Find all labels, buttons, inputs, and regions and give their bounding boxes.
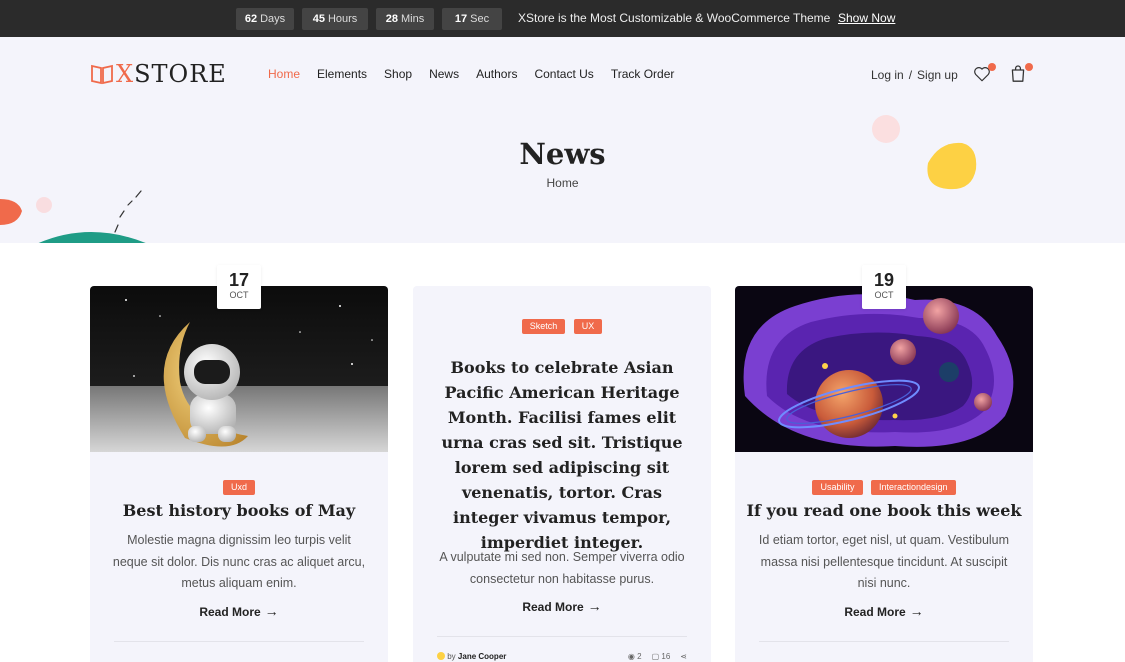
post-stats: ◉ 2 ▢ 16 ⋖: [628, 652, 687, 661]
countdown-hours: 45 Hours: [302, 8, 368, 30]
cart-badge: [1025, 63, 1033, 71]
countdown-days: 62 Days: [236, 8, 294, 30]
tag-interactiondesign[interactable]: Interactiondesign: [870, 480, 956, 495]
post-date-day: 19: [873, 270, 895, 290]
post-title[interactable]: Books to celebrate Asian Pacific America…: [433, 355, 691, 555]
astronaut-moon-image: [90, 286, 388, 452]
wishlist-badge: [988, 63, 996, 71]
wishlist-button[interactable]: [973, 63, 996, 85]
nav-elements[interactable]: Elements: [317, 67, 367, 81]
logo-text: XSTORE: [116, 60, 227, 88]
views-stat: ◉ 2: [628, 652, 642, 661]
countdown-hours-value: 45: [312, 13, 325, 25]
post-excerpt: A vulputate mi sed non. Semper viverra o…: [439, 550, 685, 586]
login-link[interactable]: Log in: [871, 68, 904, 82]
logo-accent: X: [116, 60, 135, 88]
comment-icon: ▢: [651, 652, 660, 661]
post-meta: by Jane Cooper ◉ 2 ▢ 16 ⋖: [437, 652, 687, 661]
post-date-month: OCT: [229, 290, 249, 300]
views-count: 2: [637, 652, 642, 661]
space-planets-image: [735, 286, 1033, 452]
post-excerpt: Id etiam tortor, eget nisl, ut quam. Ves…: [758, 533, 1010, 590]
arrow-right-icon: →: [909, 603, 924, 619]
signup-link[interactable]: Sign up: [917, 68, 958, 82]
book-logo-icon: [91, 64, 113, 85]
share-icon[interactable]: ⋖: [680, 652, 687, 661]
breadcrumb-home[interactable]: Home: [546, 176, 578, 190]
post-image-space[interactable]: [735, 286, 1033, 452]
post-date-badge: 19 OCT: [862, 265, 906, 309]
post-tags: Uxd: [90, 477, 388, 495]
post-excerpt: Molestie magna dignissim leo turpis veli…: [112, 533, 366, 590]
nav-home[interactable]: Home: [268, 67, 300, 81]
eye-icon: ◉: [627, 652, 635, 661]
card-divider: [759, 641, 1009, 642]
account-links: Log in / Sign up: [871, 68, 958, 82]
logo-rest: STORE: [134, 60, 227, 88]
countdown-mins: 28 Mins: [376, 8, 434, 30]
countdown-days-unit: Days: [260, 13, 286, 25]
cart-button[interactable]: [1010, 63, 1033, 85]
countdown-mins-unit: Mins: [401, 13, 425, 25]
countdown-secs-value: 17: [454, 13, 468, 25]
read-more-label: Read More: [522, 600, 584, 614]
arrow-right-icon: →: [587, 598, 602, 614]
post-title[interactable]: Best history books of May: [90, 501, 388, 520]
post-card: Usability Interactiondesign If you read …: [735, 286, 1033, 662]
read-more-link[interactable]: Read More →: [413, 598, 711, 614]
countdown-secs-unit: Sec: [470, 13, 490, 25]
post-date-day: 17: [228, 270, 250, 290]
nav-track-order[interactable]: Track Order: [611, 67, 675, 81]
post-card: Uxd Best history books of May Molestie m…: [90, 286, 388, 662]
hero-decoration-right: [872, 115, 977, 190]
comments-stat[interactable]: ▢ 16: [652, 652, 671, 661]
page-header: XSTORE Home Elements Shop News Authors C…: [0, 37, 1125, 243]
promo-text: XStore is the Most Customizable & WooCom…: [518, 11, 831, 25]
post-title[interactable]: If you read one book this week: [735, 501, 1033, 520]
post-tags: Usability Interactiondesign: [735, 477, 1033, 495]
tag-sketch[interactable]: Sketch: [521, 319, 566, 334]
post-image-astronaut[interactable]: [90, 286, 388, 452]
tag-uxd[interactable]: Uxd: [222, 480, 255, 495]
author-prefix: by: [447, 652, 456, 661]
nav-news[interactable]: News: [429, 67, 459, 81]
countdown-hours-unit: Hours: [327, 13, 358, 25]
nav-authors[interactable]: Authors: [476, 67, 517, 81]
nav-shop[interactable]: Shop: [384, 67, 412, 81]
nav-contact[interactable]: Contact Us: [534, 67, 593, 81]
card-divider: [437, 636, 687, 637]
main-nav: Home Elements Shop News Authors Contact …: [268, 67, 674, 81]
post-date-badge: 17 OCT: [217, 265, 261, 309]
hero-decoration-left: [0, 190, 146, 243]
post-card: Sketch UX Books to celebrate Asian Pacif…: [413, 286, 711, 662]
read-more-label: Read More: [199, 605, 261, 619]
tag-ux[interactable]: UX: [573, 319, 603, 334]
read-more-link[interactable]: Read More →: [90, 603, 388, 619]
countdown-mins-value: 28: [385, 13, 398, 25]
tag-usability[interactable]: Usability: [812, 480, 863, 495]
post-tags: Sketch UX: [413, 316, 711, 334]
countdown-secs: 17 Sec: [442, 8, 502, 30]
comments-count: 16: [661, 652, 671, 661]
promo-bar: 62 Days 45 Hours 28 Mins 17 Sec XStore is th…: [0, 0, 1125, 37]
card-divider: [114, 641, 364, 642]
post-date-month: OCT: [874, 290, 894, 300]
account-separator: /: [908, 68, 913, 82]
show-now-link[interactable]: Show Now: [838, 11, 895, 25]
author-name[interactable]: Jane Cooper: [458, 652, 506, 661]
site-logo[interactable]: XSTORE: [90, 60, 227, 88]
author-avatar: [437, 652, 445, 660]
read-more-label: Read More: [844, 605, 906, 619]
arrow-right-icon: →: [264, 603, 279, 619]
shopping-bag-icon: [1011, 65, 1025, 82]
countdown-days-value: 62: [244, 13, 258, 25]
read-more-link[interactable]: Read More →: [735, 603, 1033, 619]
